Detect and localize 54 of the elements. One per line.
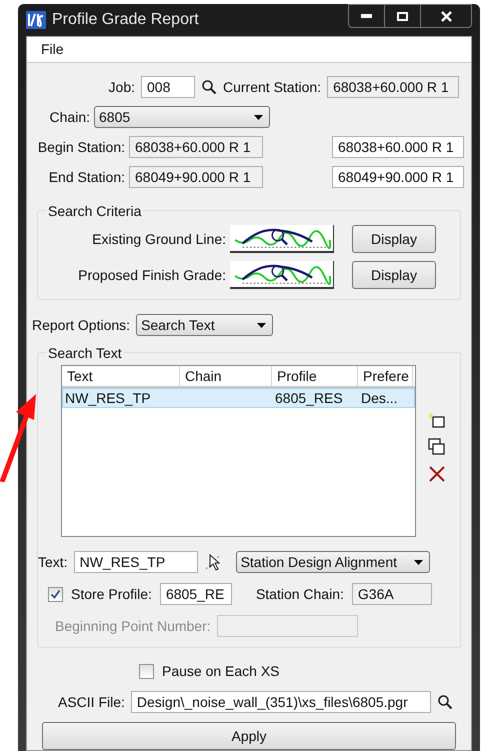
copy-icon[interactable]	[428, 438, 446, 456]
field-label: Store Profile:	[71, 586, 152, 602]
new-item-icon[interactable]	[428, 411, 446, 429]
text-field[interactable]: 68049+90.000 R 1	[129, 166, 263, 188]
column-header[interactable]: Text	[62, 366, 180, 386]
search-icon[interactable]	[436, 694, 453, 710]
window-title: Profile Grade Report	[52, 10, 199, 30]
field-label: Job:	[108, 78, 135, 94]
checkbox[interactable]	[139, 664, 154, 678]
delete-icon[interactable]	[428, 465, 446, 483]
text-field[interactable]: G36A	[352, 583, 432, 605]
dropdown[interactable]: Search Text	[136, 314, 274, 336]
search-icon[interactable]	[201, 79, 217, 95]
text-field[interactable]: NW_RES_TP	[74, 551, 198, 573]
field-label: Chain:	[50, 108, 90, 124]
profile-graph-icon[interactable]	[230, 261, 334, 289]
text-field[interactable]: 68038+60.000 R 1	[332, 136, 464, 158]
field-label: Current Station:	[223, 78, 322, 96]
column-header[interactable]: Chain	[180, 366, 272, 386]
field-label: Beginning Point Number:	[55, 616, 211, 636]
profile-graph-icon[interactable]	[230, 225, 334, 253]
table-cell: NW_RES_TP	[65, 390, 151, 406]
text-field[interactable]: 6805_RE	[160, 583, 232, 605]
field-label: Existing Ground Line:	[92, 230, 226, 246]
apply-button[interactable]: Apply	[42, 722, 456, 750]
caret-icon	[257, 322, 266, 328]
menu-item[interactable]: File	[41, 39, 64, 60]
field-label: Proposed Finish Grade:	[78, 266, 226, 282]
close-icon	[440, 10, 452, 22]
checkbox[interactable]	[48, 586, 63, 602]
column-header[interactable]: Profile	[272, 366, 358, 386]
app-logo-icon	[26, 11, 46, 29]
dropdown[interactable]: Station Design Alignment	[236, 551, 430, 573]
display-button[interactable]: Display	[352, 225, 436, 253]
field-label: Begin Station:	[38, 138, 125, 154]
caret-icon	[414, 560, 423, 564]
text-field[interactable]: 68049+90.000 R 1	[332, 166, 464, 188]
table-cell: Des...	[361, 390, 398, 406]
field-label: ASCII File:	[58, 692, 125, 712]
dropdown[interactable]: 6805	[94, 106, 270, 128]
display-button[interactable]: Display	[352, 261, 436, 289]
field-label: End Station:	[48, 168, 125, 184]
table-cell: 6805_RES	[275, 390, 343, 406]
field-label: Report Options:	[32, 316, 130, 335]
text-field[interactable]: 008	[141, 76, 195, 98]
field-label: Text:	[38, 552, 68, 572]
field-label: Station Chain:	[256, 586, 344, 602]
caret-icon	[254, 114, 263, 120]
table-row[interactable]: NW_RES_TP 6805_RES Des...	[62, 388, 415, 408]
column-header[interactable]: Prefere	[358, 366, 413, 386]
text-field[interactable]: Design\_noise_wall_(351)\xs_files\6805.pgr	[130, 691, 431, 713]
field-label: Pause on Each XS	[162, 662, 280, 678]
text-field[interactable]: 68038+60.000 R 1	[129, 136, 263, 158]
text-field[interactable]: 68038+60.000 R 1	[327, 76, 460, 98]
